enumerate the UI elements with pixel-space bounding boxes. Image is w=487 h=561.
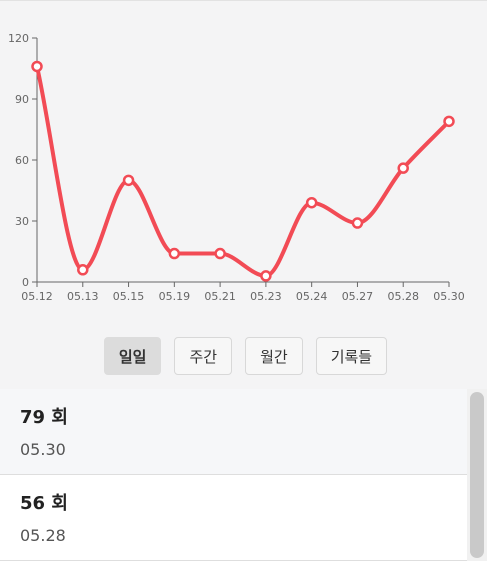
y-tick-label: 60 [15,154,29,167]
data-point [397,162,409,174]
x-tick-label: 05.12 [21,290,53,303]
tab-weekly[interactable]: 주간 [174,337,233,375]
scrollbar-thumb[interactable] [470,392,484,558]
tab-daily[interactable]: 일일 [103,337,162,375]
y-tick-label: 90 [15,93,29,106]
tab-records[interactable]: 기록들 [315,337,388,375]
data-point [443,115,455,128]
record-date: 05.30 [20,440,66,459]
data-point [351,217,364,229]
record-list: 79 회 05.30 56 회 05.28 [0,389,467,561]
record-date: 05.28 [20,526,66,545]
data-point [305,196,318,209]
tab-monthly[interactable]: 월간 [245,337,303,375]
list-item[interactable]: 56 회 05.28 [0,475,467,561]
x-tick-label: 05.23 [250,290,282,303]
data-point [260,270,272,282]
series-line [35,66,451,278]
period-tabs: 일일 주간 월간 기록들 [0,337,487,375]
x-tick-label: 05.13 [67,290,99,303]
x-tick-label: 05.21 [204,290,236,303]
y-tick-label: 30 [15,215,29,228]
x-tick-label: 05.24 [296,290,328,303]
x-tick-label: 05.15 [113,290,145,303]
chart-panel: 0 30 60 90 120 05.12 05.13 05.15 05.19 05.21 05.23… [0,1,487,389]
data-point [31,60,43,73]
x-tick-label: 05.28 [387,290,419,303]
record-count: 56 회 [20,493,68,514]
x-tick-label: 05.30 [433,290,465,303]
x-tick-label: 05.19 [159,290,191,303]
scrollbar[interactable] [467,389,487,561]
data-point [168,247,181,260]
record-count: 79 회 [20,407,68,428]
y-tick-label: 120 [8,32,29,45]
data-point [77,264,89,276]
list-item[interactable]: 79 회 05.30 [0,389,467,475]
data-point [214,247,226,260]
line-chart: 0 30 60 90 120 05.12 05.13 05.15 05.19 05.21 05.23… [8,32,465,303]
y-tick-label: 0 [22,276,29,289]
data-point [122,174,135,187]
x-tick-label: 05.27 [342,290,374,303]
